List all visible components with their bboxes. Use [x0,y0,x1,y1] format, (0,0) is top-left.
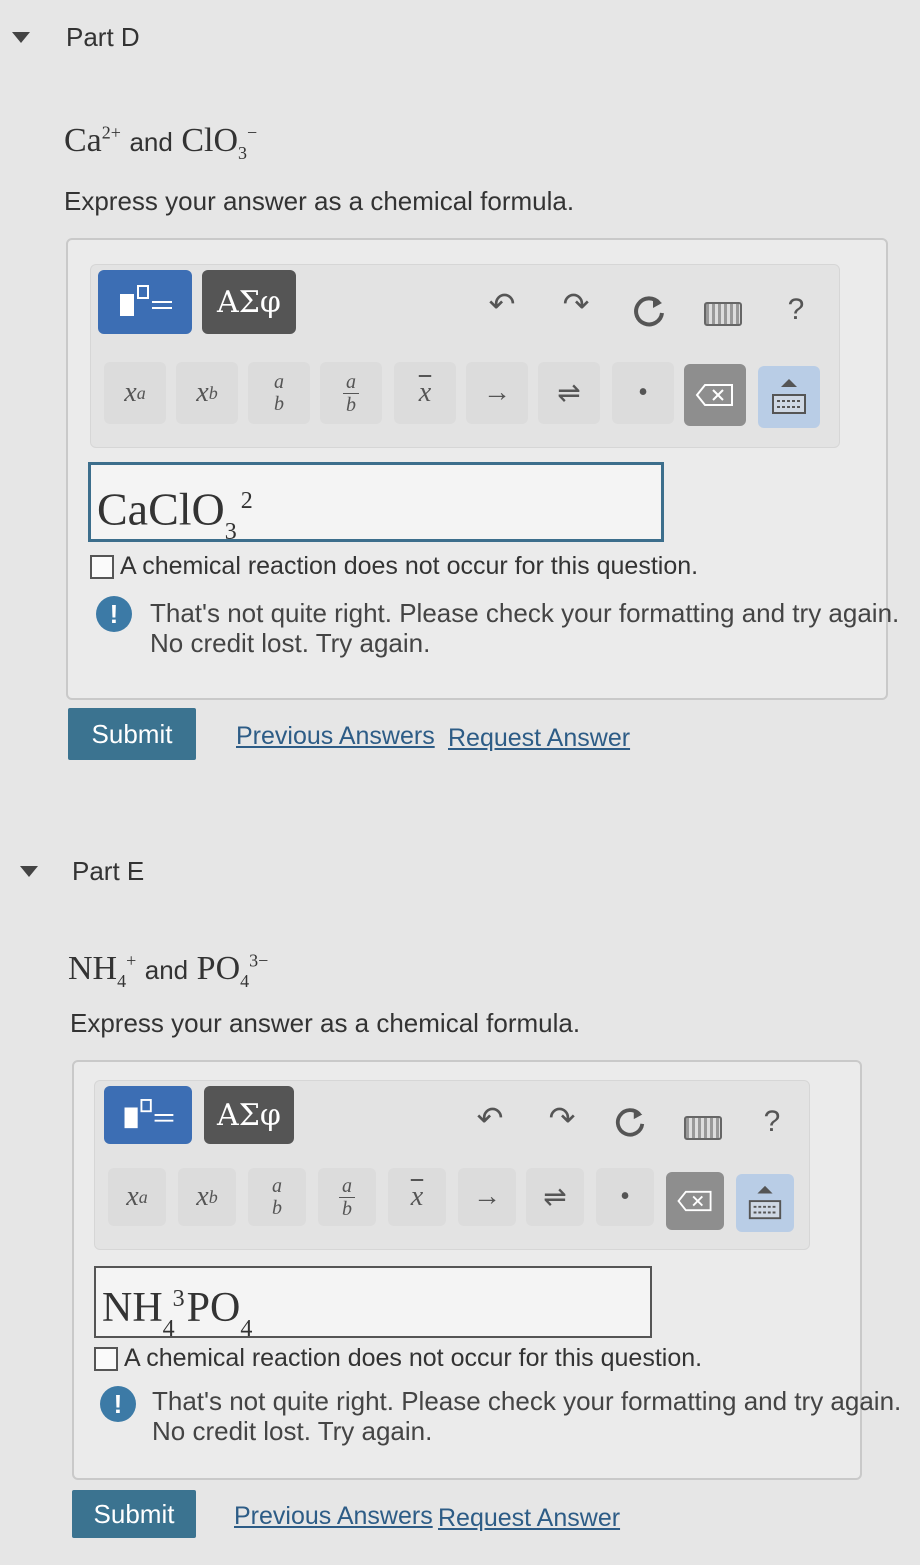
dot-key[interactable]: • [612,362,674,424]
templates-button[interactable] [98,270,192,334]
part-e-submit-button[interactable]: Submit [72,1490,196,1538]
part-e-answer-input[interactable]: NH43PO4 [94,1266,652,1342]
reset-icon[interactable] [610,1102,650,1142]
backspace-icon [677,1190,712,1212]
no-reaction-checkbox[interactable] [94,1346,118,1371]
backspace-key[interactable] [666,1172,724,1230]
part-d-title: Part D [66,22,140,52]
redo-icon[interactable]: ↷ [542,1098,582,1138]
undo-icon[interactable]: ↶ [482,284,522,324]
redo-icon[interactable]: ↷ [556,284,596,324]
collapse-triangle-icon[interactable] [20,866,38,877]
part-e-instruction: Express your answer as a chemical formul… [70,1008,581,1038]
toggle-keyboard-key[interactable] [736,1174,794,1232]
superscript-key[interactable]: xa [108,1168,166,1226]
part-e-request-answer-link[interactable]: Request Answer [438,1504,620,1533]
error-icon: ! [96,596,132,632]
fraction-key[interactable]: ab [248,362,310,424]
error-icon: ! [100,1386,136,1422]
part-d-no-reaction[interactable]: A chemical reaction does not occur for t… [90,552,698,581]
no-reaction-checkbox[interactable] [90,554,114,579]
toggle-keyboard-key[interactable] [758,366,820,428]
collapse-triangle-icon[interactable] [12,32,30,43]
part-e-title: Part E [72,856,145,886]
subscript-key[interactable]: xb [176,362,238,424]
part-d-question: Ca2+ and ClO3− [64,122,258,163]
keyboard-up-icon [748,1185,782,1220]
part-e-feedback: That's not quite right. Please check you… [152,1386,902,1446]
overline-key[interactable]: x [394,362,456,424]
equilibrium-arrow-key[interactable]: ⇌ [526,1168,584,1226]
templates-icon [120,285,172,316]
part-d-answer-input[interactable]: CaClO32 [88,462,664,545]
keyboard-icon[interactable] [704,302,742,326]
templates-button[interactable] [104,1086,192,1144]
fraction-bar-key[interactable]: ab [318,1168,376,1226]
reaction-arrow-key[interactable]: → [458,1168,516,1226]
overline-key[interactable]: x [388,1168,446,1226]
part-e-previous-answers-link[interactable]: Previous Answers [234,1502,433,1531]
greek-symbols-button[interactable]: ΑΣφ [202,270,296,334]
equilibrium-arrow-key[interactable]: ⇌ [538,362,600,424]
part-d-request-answer-link[interactable]: Request Answer [448,724,630,753]
help-button[interactable]: ? [778,290,814,330]
fraction-bar-key[interactable]: ab [320,362,382,424]
templates-icon [124,1099,174,1129]
subscript-key[interactable]: xb [178,1168,236,1226]
keyboard-icon[interactable] [684,1116,722,1140]
greek-symbols-button[interactable]: ΑΣφ [204,1086,294,1144]
dot-key[interactable]: • [596,1168,654,1226]
part-d-instruction: Express your answer as a chemical formul… [64,186,575,216]
help-button[interactable]: ? [754,1102,790,1142]
part-e-no-reaction[interactable]: A chemical reaction does not occur for t… [94,1344,702,1373]
fraction-key[interactable]: ab [248,1168,306,1226]
backspace-icon [695,384,733,406]
superscript-key[interactable]: xa [104,362,166,424]
reset-icon[interactable] [628,290,670,332]
part-d-previous-answers-link[interactable]: Previous Answers [236,722,435,751]
undo-icon[interactable]: ↶ [470,1098,510,1138]
part-e-question: NH4+ and PO43− [68,950,269,991]
reaction-arrow-key[interactable]: → [466,362,528,424]
backspace-key[interactable] [684,364,746,426]
part-d-submit-button[interactable]: Submit [68,708,196,760]
part-d-feedback: That's not quite right. Please check you… [150,598,900,658]
keyboard-up-icon [772,379,806,414]
